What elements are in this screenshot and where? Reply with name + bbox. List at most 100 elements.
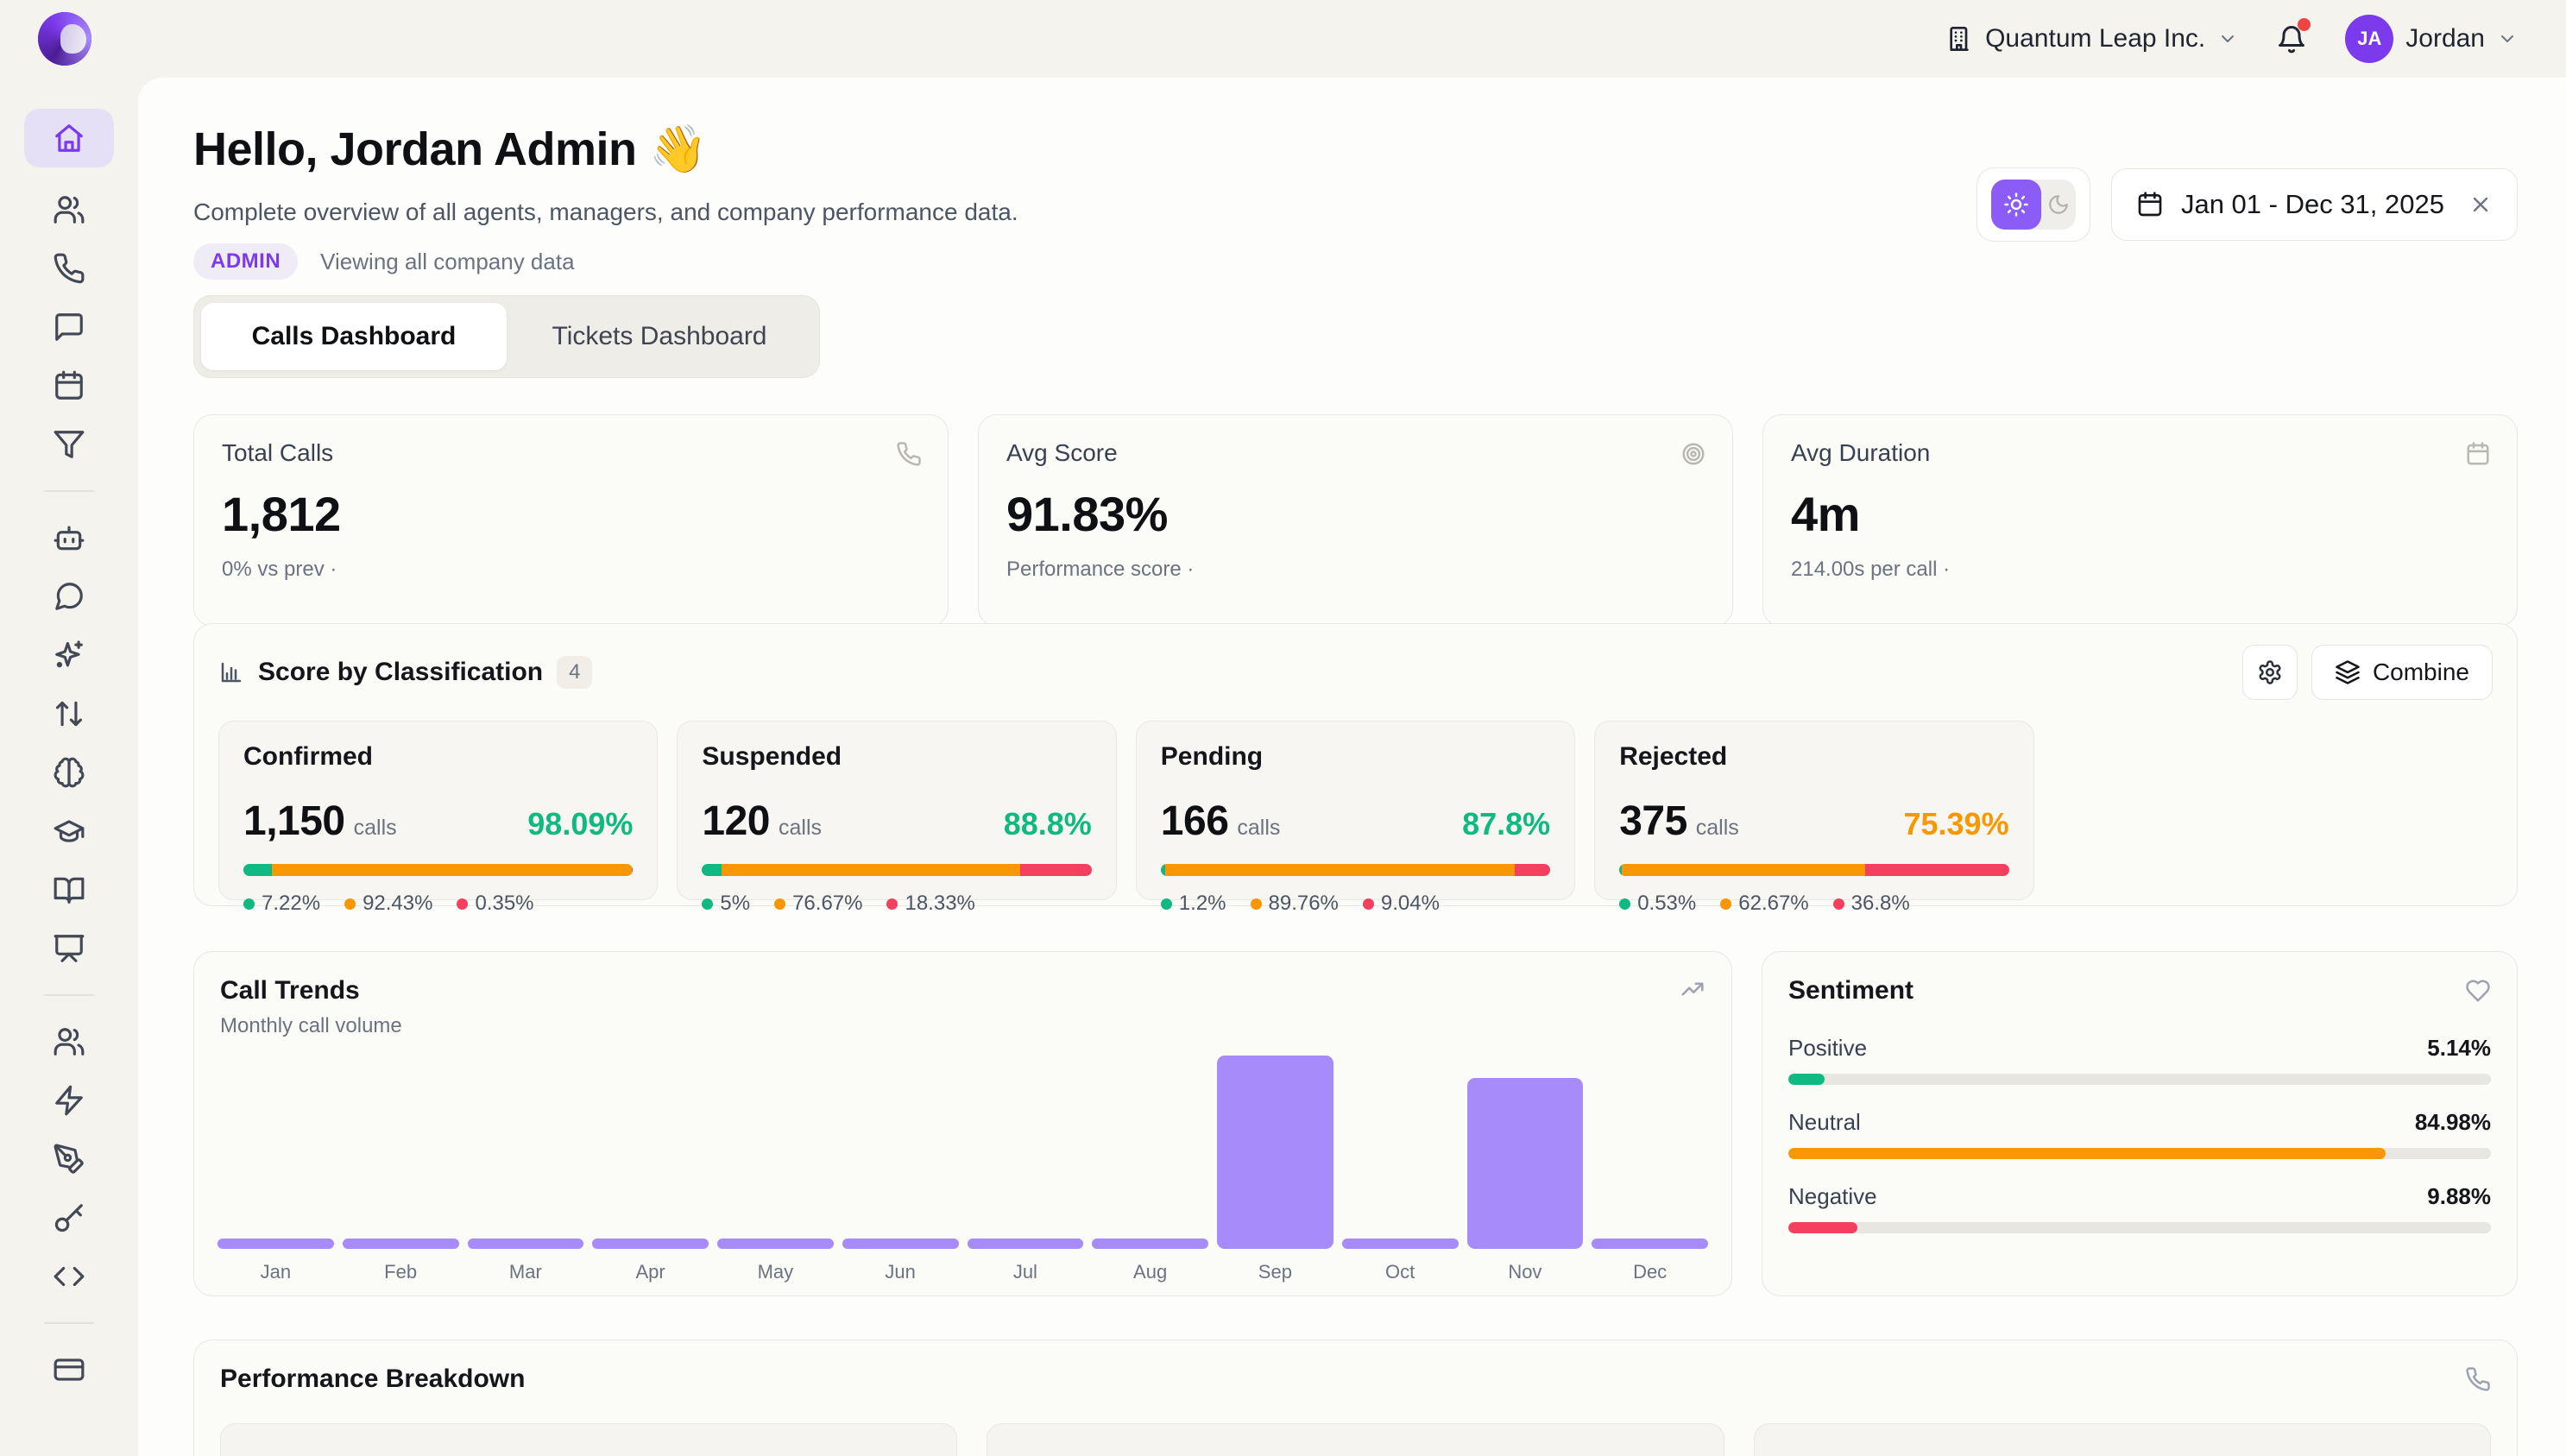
trend-axis-label: Sep bbox=[1217, 1261, 1333, 1282]
legend-dot-red bbox=[1833, 898, 1844, 910]
sidebar-item-book-open[interactable] bbox=[53, 873, 85, 906]
sidebar-item-message-square[interactable] bbox=[53, 311, 85, 344]
clear-date-button[interactable] bbox=[2468, 192, 2493, 217]
trend-column-feb: Feb bbox=[338, 1239, 463, 1282]
sentiment-row-neutral: Neutral 84.98% bbox=[1788, 1109, 2491, 1159]
sidebar-item-message-circle[interactable] bbox=[53, 580, 85, 613]
sidebar-item-graduation-cap[interactable] bbox=[53, 815, 85, 848]
topbar: Quantum Leap Inc. JA Jordan bbox=[0, 0, 2566, 78]
trend-column-mar: Mar bbox=[463, 1239, 589, 1282]
trend-bar[interactable] bbox=[218, 1239, 334, 1249]
legend-dot-green bbox=[243, 898, 255, 910]
layers-icon bbox=[2335, 659, 2361, 685]
trend-bar[interactable] bbox=[1342, 1239, 1459, 1249]
classification-card-pending[interactable]: Pending 166calls 87.8% 1.2% 89.76% 9.04% bbox=[1136, 721, 1575, 900]
trend-bar[interactable] bbox=[717, 1239, 834, 1249]
sidebar-item-brain[interactable] bbox=[53, 756, 85, 789]
bar-segment bbox=[632, 864, 634, 876]
trend-bar[interactable] bbox=[1592, 1239, 1708, 1249]
sidebar-item-arrows-up-down[interactable] bbox=[53, 697, 85, 730]
arrows-up-down-icon bbox=[53, 697, 85, 730]
bar-segment bbox=[1622, 864, 1866, 876]
legend-dot-orange bbox=[344, 898, 356, 910]
trend-bar[interactable] bbox=[592, 1239, 709, 1249]
sidebar-item-phone[interactable] bbox=[53, 252, 85, 285]
building-icon bbox=[1945, 25, 1973, 53]
legend-dot-orange bbox=[1251, 898, 1262, 910]
trend-bar[interactable] bbox=[1467, 1078, 1584, 1249]
graduation-cap-icon bbox=[53, 815, 85, 848]
sidebar-item-key[interactable] bbox=[53, 1201, 85, 1234]
classification-title: Pending bbox=[1161, 742, 1550, 772]
sidebar-item-presentation[interactable] bbox=[53, 932, 85, 965]
bar-segment bbox=[1165, 864, 1515, 876]
brain-icon bbox=[53, 756, 85, 789]
company-selector[interactable]: Quantum Leap Inc. bbox=[1945, 24, 2238, 54]
notification-dot bbox=[2298, 18, 2311, 31]
trend-column-oct: Oct bbox=[1338, 1239, 1463, 1282]
sidebar-item-filter[interactable] bbox=[53, 428, 85, 461]
settings-button[interactable] bbox=[2242, 645, 2298, 700]
trend-bar[interactable] bbox=[842, 1239, 959, 1249]
combine-button[interactable]: Combine bbox=[2311, 645, 2493, 700]
trending-up-icon bbox=[1680, 976, 1705, 1002]
zap-icon bbox=[53, 1084, 85, 1117]
classification-calls: 166calls bbox=[1161, 797, 1281, 845]
classification-score: 88.8% bbox=[1004, 806, 1092, 842]
trend-column-aug: Aug bbox=[1088, 1239, 1213, 1282]
heart-icon bbox=[2465, 978, 2491, 1004]
sidebar-item-bot[interactable] bbox=[53, 521, 85, 554]
legend-dot-green bbox=[1619, 898, 1630, 910]
classification-card-rejected[interactable]: Rejected 375calls 75.39% 0.53% 62.67% 36… bbox=[1594, 721, 2033, 900]
sidebar-item-home[interactable] bbox=[24, 109, 114, 167]
tab-tickets-dashboard[interactable]: Tickets Dashboard bbox=[507, 303, 812, 370]
theme-dark-option[interactable] bbox=[2047, 193, 2070, 216]
chart-title: Call Trends bbox=[220, 976, 1705, 1005]
bar-segment bbox=[702, 864, 722, 876]
theme-toggle[interactable] bbox=[1977, 167, 2090, 242]
message-circle-icon bbox=[53, 580, 85, 613]
stat-label: Avg Duration bbox=[1791, 439, 2489, 467]
date-range-value: Jan 01 - Dec 31, 2025 bbox=[2181, 189, 2444, 220]
sidebar-item-sparkles[interactable] bbox=[53, 639, 85, 671]
sidebar-item-zap[interactable] bbox=[53, 1084, 85, 1117]
notifications-button[interactable] bbox=[2276, 23, 2307, 54]
sidebar-item-calendar[interactable] bbox=[53, 369, 85, 402]
main-panel: Hello, Jordan Admin 👋 Complete overview … bbox=[138, 78, 2566, 1456]
sentiment-row-negative: Negative 9.88% bbox=[1788, 1183, 2491, 1233]
classification-card-confirmed[interactable]: Confirmed 1,150calls 98.09% 7.22% 92.43%… bbox=[218, 721, 658, 900]
date-range-picker[interactable]: Jan 01 - Dec 31, 2025 bbox=[2111, 168, 2518, 241]
trend-bar[interactable] bbox=[968, 1239, 1084, 1249]
sidebar-item-credit-card[interactable] bbox=[53, 1353, 85, 1386]
classification-card-suspended[interactable]: Suspended 120calls 88.8% 5% 76.67% 18.33… bbox=[677, 721, 1116, 900]
sidebar-item-code[interactable] bbox=[53, 1260, 85, 1293]
sidebar-divider bbox=[44, 1322, 94, 1324]
trend-bar[interactable] bbox=[468, 1239, 584, 1249]
trend-bar[interactable] bbox=[343, 1239, 459, 1249]
sidebar-item-users[interactable] bbox=[53, 193, 85, 226]
trend-column-apr: Apr bbox=[588, 1239, 713, 1282]
trend-axis-label: Dec bbox=[1592, 1261, 1708, 1282]
dashboard-tabs: Calls Dashboard Tickets Dashboard bbox=[193, 295, 820, 378]
wave-emoji: 👋 bbox=[649, 123, 707, 175]
classification-stacked-bar bbox=[702, 864, 1091, 876]
trend-bar[interactable] bbox=[1092, 1239, 1208, 1249]
theme-light-option[interactable] bbox=[1991, 180, 2041, 230]
trend-axis-label: Jul bbox=[968, 1261, 1084, 1282]
user-menu[interactable]: JA Jordan bbox=[2345, 15, 2518, 63]
app-logo[interactable] bbox=[38, 12, 91, 66]
trend-bar[interactable] bbox=[1217, 1056, 1333, 1249]
trend-axis-label: Apr bbox=[592, 1261, 709, 1282]
sidebar-item-users-2[interactable] bbox=[53, 1025, 85, 1058]
trend-axis-label: Nov bbox=[1467, 1261, 1584, 1282]
legend-dot-red bbox=[457, 898, 468, 910]
trend-column-dec: Dec bbox=[1587, 1239, 1712, 1282]
sentiment-card: Sentiment Positive 5.14% Neutral 84.98% bbox=[1762, 951, 2518, 1296]
sentiment-bar-track bbox=[1788, 1222, 2491, 1233]
credit-card-icon bbox=[53, 1353, 85, 1386]
tab-calls-dashboard[interactable]: Calls Dashboard bbox=[201, 303, 507, 370]
sidebar-item-pen-tool[interactable] bbox=[53, 1143, 85, 1176]
classification-score: 87.8% bbox=[1462, 806, 1550, 842]
trend-column-may: May bbox=[713, 1239, 838, 1282]
users-icon bbox=[53, 1025, 85, 1058]
